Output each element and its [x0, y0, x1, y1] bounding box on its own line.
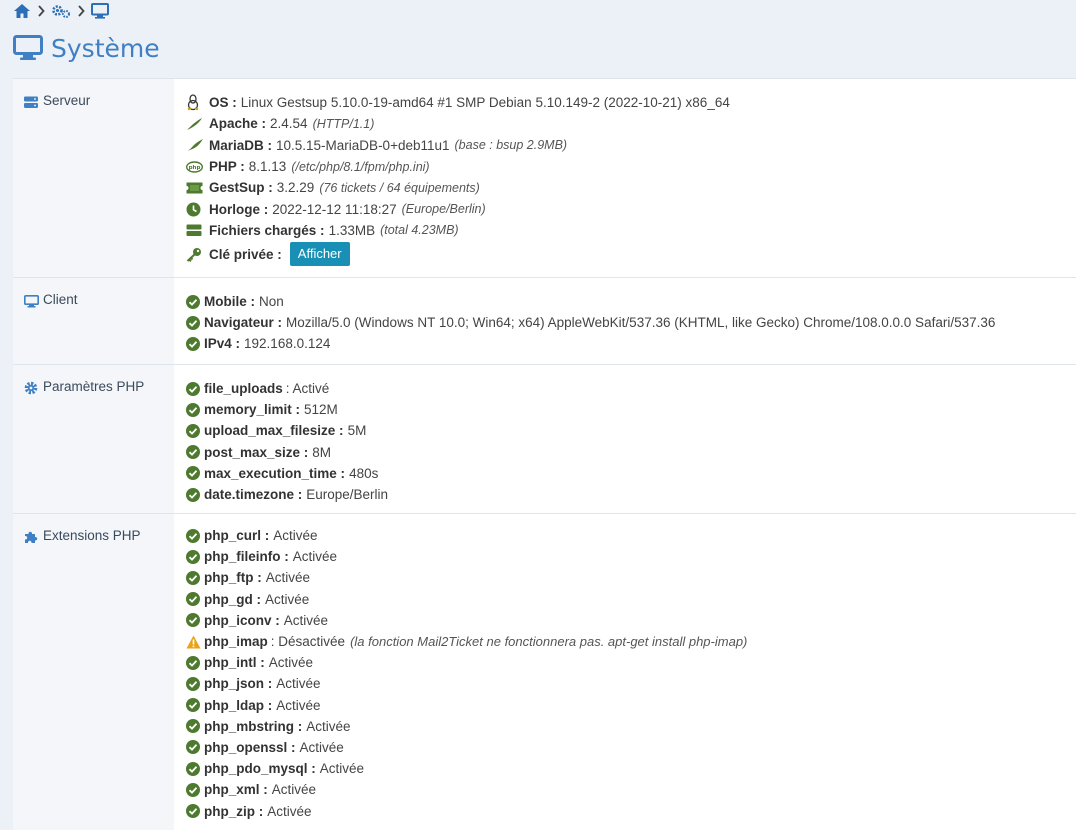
php-params-section: Paramètres PHP file_uploads : Activé mem… — [13, 365, 1076, 514]
check-circle-icon — [186, 698, 204, 713]
check-circle-icon — [186, 487, 204, 502]
server-row-apache: Apache : 2.4.54 (HTTP/1.1) — [186, 113, 1076, 134]
svg-text:php: php — [189, 165, 201, 171]
apache-feather-icon — [186, 117, 209, 131]
php-extension-row-warning: php_imap: Désactivée (la fonction Mail2Ti… — [186, 631, 1076, 652]
php-extension-row: php_pdo_mysql : Activée — [186, 758, 1076, 779]
check-circle-icon — [186, 294, 204, 309]
php-param-row: date.timezone : Europe/Berlin — [186, 484, 1076, 505]
server-row-private-key: Clé privée : Afficher — [186, 241, 1076, 267]
show-private-key-button[interactable]: Afficher — [289, 242, 350, 267]
server-section: Serveur OS : Linux Gestsup 5.10.0-19-amd… — [13, 79, 1076, 278]
check-circle-icon — [186, 804, 204, 819]
php-extension-row: php_openssl : Activée — [186, 737, 1076, 758]
client-row-ipv4: IPv4 : 192.168.0.124 — [186, 333, 1076, 354]
php-param-row: max_execution_time : 480s — [186, 463, 1076, 484]
php-extensions-section-content: php_curl : Activée php_fileinfo : Activée … — [174, 514, 1076, 830]
server-section-label: Serveur — [13, 79, 174, 277]
check-circle-icon — [186, 528, 204, 543]
check-circle-icon — [186, 655, 204, 670]
gear-icon — [24, 379, 39, 397]
server-icon — [24, 93, 39, 111]
check-circle-icon — [186, 676, 204, 691]
check-circle-icon — [186, 423, 204, 438]
client-row-browser: Navigateur : Mozilla/5.0 (Windows NT 10.… — [186, 312, 1076, 333]
php-extensions-section-label: Extensions PHP — [13, 514, 174, 830]
page-title-text: Système — [51, 33, 160, 63]
check-circle-icon — [186, 740, 204, 755]
php-params-section-label: Paramètres PHP — [13, 365, 174, 513]
server-row-mariadb: MariaDB : 10.5.15-MariaDB-0+deb11u1 (bas… — [186, 135, 1076, 156]
php-extension-row: php_zip : Activée — [186, 800, 1076, 821]
php-extensions-section: Extensions PHP php_curl : Activée php_fil… — [13, 514, 1076, 830]
check-circle-icon — [186, 336, 204, 351]
check-circle-icon — [186, 592, 204, 607]
server-section-content: OS : Linux Gestsup 5.10.0-19-amd64 #1 SM… — [174, 79, 1076, 277]
php-param-row: memory_limit : 512M — [186, 399, 1076, 420]
php-extension-row: php_json : Activée — [186, 673, 1076, 694]
check-circle-icon — [186, 445, 204, 460]
php-param-row: file_uploads : Activé — [186, 378, 1076, 399]
home-icon[interactable] — [13, 3, 31, 19]
php-extension-row: php_curl : Activée — [186, 525, 1076, 546]
php-extension-row: php_fileinfo : Activée — [186, 546, 1076, 567]
php-param-row: upload_max_filesize : 5M — [186, 420, 1076, 441]
php-param-row: post_max_size : 8M — [186, 442, 1076, 463]
desktop-icon — [24, 292, 39, 310]
check-circle-icon — [186, 315, 204, 330]
server-row-gestsup: GestSup : 3.2.29 (76 tickets / 64 équipe… — [186, 177, 1076, 198]
puzzle-icon — [24, 528, 39, 546]
page-title: Système — [13, 30, 160, 66]
ticket-icon — [186, 182, 209, 194]
check-circle-icon — [186, 381, 204, 396]
php-params-section-content: file_uploads : Activé memory_limit : 512… — [174, 365, 1076, 513]
desktop-icon — [13, 35, 43, 61]
linux-icon — [186, 94, 209, 111]
check-circle-icon — [186, 613, 204, 628]
breadcrumb — [13, 2, 109, 20]
desktop-icon[interactable] — [91, 3, 109, 19]
check-circle-icon — [186, 570, 204, 585]
php-extension-row: php_ldap : Activée — [186, 695, 1076, 716]
chevron-right-icon — [77, 5, 85, 17]
client-section: Client Mobile : Non Navigateur : Mozilla… — [13, 278, 1076, 365]
cogs-icon[interactable] — [51, 3, 71, 19]
warning-icon — [186, 635, 204, 649]
chevron-right-icon — [37, 5, 45, 17]
check-circle-icon — [186, 549, 204, 564]
php-extension-row: php_xml : Activée — [186, 779, 1076, 800]
check-circle-icon — [186, 719, 204, 734]
mariadb-icon — [186, 138, 209, 152]
server-row-os: OS : Linux Gestsup 5.10.0-19-amd64 #1 SM… — [186, 92, 1076, 113]
client-row-mobile: Mobile : Non — [186, 291, 1076, 312]
key-icon — [186, 247, 209, 262]
php-extension-row: php_mbstring : Activée — [186, 716, 1076, 737]
system-info-card: Serveur OS : Linux Gestsup 5.10.0-19-amd… — [13, 78, 1076, 830]
server-row-php: php PHP : 8.1.13 (/etc/php/8.1/fpm/php.i… — [186, 156, 1076, 177]
server-row-files: Fichiers chargés : 1.33MB (total 4.23MB) — [186, 220, 1076, 241]
php-extension-row: php_gd : Activée — [186, 589, 1076, 610]
php-extension-row: php_intl : Activée — [186, 652, 1076, 673]
check-circle-icon — [186, 402, 204, 417]
clock-icon — [186, 202, 209, 217]
hdd-icon — [186, 224, 209, 237]
php-extension-row: php_ftp : Activée — [186, 567, 1076, 588]
check-circle-icon — [186, 761, 204, 776]
php-extension-row: php_iconv : Activée — [186, 610, 1076, 631]
server-row-clock: Horloge : 2022-12-12 11:18:27 (Europe/Be… — [186, 198, 1076, 219]
check-circle-icon — [186, 466, 204, 481]
client-section-label: Client — [13, 278, 174, 364]
check-circle-icon — [186, 782, 204, 797]
client-section-content: Mobile : Non Navigateur : Mozilla/5.0 (W… — [174, 278, 1076, 364]
php-icon: php — [186, 160, 209, 173]
